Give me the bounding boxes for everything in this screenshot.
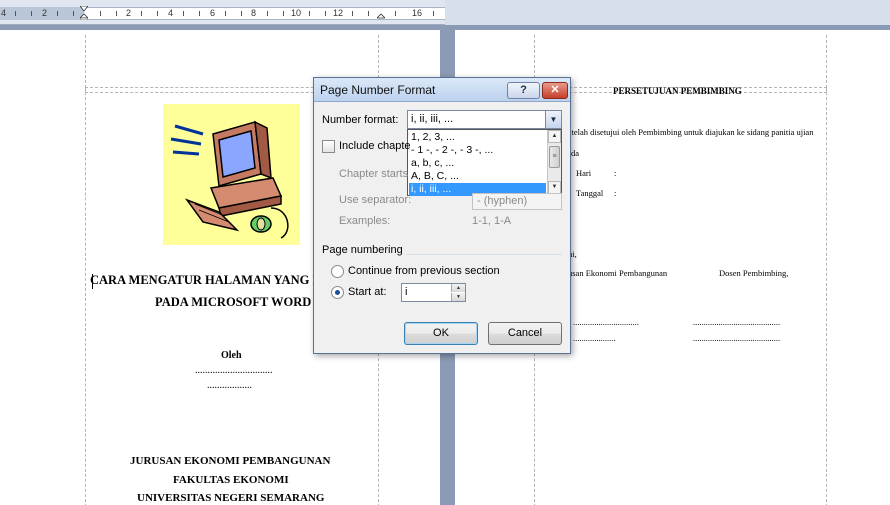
ruler-number: 8	[251, 8, 257, 18]
ruler-tick	[57, 11, 58, 16]
approval-text-line2[interactable]: da	[571, 148, 579, 158]
cancel-button[interactable]: Cancel	[488, 322, 562, 345]
chapter-starts-label: Chapter starts	[339, 168, 409, 180]
ruler-tick	[325, 11, 326, 16]
use-separator-label: Use separator:	[339, 194, 412, 206]
ruler-tick	[157, 11, 158, 16]
ruler-number: 2	[126, 8, 132, 18]
hari-colon: :	[614, 168, 617, 178]
ruler-tick	[141, 11, 142, 16]
signature-dots-c[interactable]: ....................	[573, 333, 616, 343]
ruler-tick	[100, 11, 101, 16]
spin-down-icon[interactable]: ▼	[451, 293, 465, 301]
number-format-label: Number format:	[322, 114, 399, 126]
scroll-up-icon[interactable]: ▲	[548, 130, 561, 143]
ruler-number: 4	[1, 8, 7, 18]
computer-clipart-icon	[163, 104, 300, 245]
format-option[interactable]: A, B, C, ...	[409, 170, 546, 183]
dialog-title: Page Number Format	[320, 83, 436, 97]
start-at-value: i	[405, 286, 408, 298]
continue-label[interactable]: Continue from previous section	[348, 265, 500, 277]
ruler-tick	[225, 11, 226, 16]
ruler-tick	[352, 11, 353, 16]
right-indent-marker-icon[interactable]	[377, 6, 385, 20]
ok-button[interactable]: OK	[404, 322, 478, 345]
help-button[interactable]: ?	[507, 82, 540, 99]
ruler-tick	[368, 11, 369, 16]
spinner-buttons: ▲ ▼	[451, 284, 465, 301]
author-dots-line1[interactable]: ...............................	[195, 365, 273, 376]
department-signature-label[interactable]: usan Ekonomi Pembangunan	[568, 268, 667, 278]
ruler-tick	[31, 11, 32, 16]
scroll-thumb[interactable]: ≡	[549, 146, 560, 168]
tanggal-colon: :	[614, 188, 617, 198]
signature-dots-a[interactable]: ...............................	[573, 317, 639, 327]
footer-faculty[interactable]: FAKULTAS EKONOMI	[173, 474, 289, 486]
number-format-list[interactable]: 1, 2, 3, ... - 1 -, - 2 -, - 3 -, ... a,…	[407, 129, 562, 196]
ruler-tick	[183, 11, 184, 16]
ruler-number: 12	[333, 8, 344, 18]
format-option[interactable]: 1, 2, 3, ...	[409, 131, 546, 144]
format-option[interactable]: a, b, c, ...	[409, 157, 546, 170]
close-button[interactable]: ✕	[542, 82, 568, 99]
start-at-label[interactable]: Start at:	[348, 286, 387, 298]
ruler-tick	[267, 11, 268, 16]
ruler-background-right	[445, 0, 890, 25]
list-scrollbar[interactable]: ▲ ≡ ▼	[547, 130, 561, 195]
document-title-line2[interactable]: PADA MICROSOFT WORD	[155, 295, 311, 310]
author-dots-line2[interactable]: ..................	[207, 380, 252, 391]
start-at-spinner[interactable]: i ▲ ▼	[401, 283, 466, 302]
format-option[interactable]: - 1 -, - 2 -, - 3 -, ...	[409, 144, 546, 157]
signature-dots-d[interactable]: ........................................…	[693, 333, 780, 343]
ruler-tick	[73, 11, 74, 16]
number-format-dropdown[interactable]: i, ii, iii, ... ▼	[407, 110, 562, 129]
ruler-tick	[15, 11, 16, 16]
oleh-label[interactable]: Oleh	[221, 350, 242, 361]
ruler-tick	[283, 11, 284, 16]
ruler-tick	[199, 11, 200, 16]
horizontal-ruler[interactable]: 4 2 2 4 6 8 10 12 16	[0, 0, 445, 25]
ruler-tick	[309, 11, 310, 16]
start-at-radio[interactable]	[331, 286, 344, 299]
text-cursor	[92, 274, 93, 289]
group-divider	[407, 254, 562, 255]
ruler-tick	[241, 11, 242, 16]
dialog-title-bar[interactable]: Page Number Format ? ✕	[314, 78, 570, 102]
supervisor-signature-label[interactable]: Dosen Pembimbing,	[719, 268, 788, 278]
ruler-number: 6	[210, 8, 216, 18]
ruler-tick	[395, 11, 396, 16]
ruler-number: 4	[168, 8, 174, 18]
ruler-tick	[116, 11, 117, 16]
footer-department[interactable]: JURUSAN EKONOMI PEMBANGUNAN	[130, 455, 330, 467]
footer-university[interactable]: UNIVERSITAS NEGERI SEMARANG	[137, 492, 324, 504]
ruler-number: 10	[291, 8, 302, 18]
hari-label[interactable]: Hari	[576, 168, 591, 178]
ruler-number: 2	[42, 8, 48, 18]
header-guide	[534, 35, 827, 93]
tanggal-label[interactable]: Tanggal	[576, 188, 603, 198]
page-number-format-dialog: Page Number Format ? ✕ Number format: i,…	[313, 77, 571, 354]
examples-value: 1-1, 1-A	[472, 215, 512, 227]
page-numbering-heading: Page numbering	[322, 244, 403, 256]
chevron-down-icon[interactable]: ▼	[545, 111, 561, 128]
separator-dropdown[interactable]: - (hyphen)	[472, 193, 562, 210]
indent-marker-icon[interactable]	[80, 6, 88, 20]
continue-radio[interactable]	[331, 265, 344, 278]
spin-up-icon[interactable]: ▲	[451, 284, 465, 292]
examples-label: Examples:	[339, 215, 391, 227]
ruler-tick	[433, 11, 434, 16]
approval-heading[interactable]: PERSETUJUAN PEMBIMBING	[613, 86, 742, 96]
include-chapter-label: Include chapte	[339, 140, 411, 152]
document-title-line1[interactable]: CARA MENGATUR HALAMAN YANG B	[90, 273, 321, 288]
approval-text-line1[interactable]: i telah disetujui oleh Pembimbing untuk …	[567, 127, 813, 137]
include-chapter-checkbox[interactable]	[322, 140, 335, 153]
number-format-value: i, ii, iii, ...	[411, 113, 454, 125]
radio-selected-dot	[335, 290, 340, 295]
signature-dots-b[interactable]: ........................................…	[693, 317, 780, 327]
ruler-number: 16	[412, 8, 423, 18]
